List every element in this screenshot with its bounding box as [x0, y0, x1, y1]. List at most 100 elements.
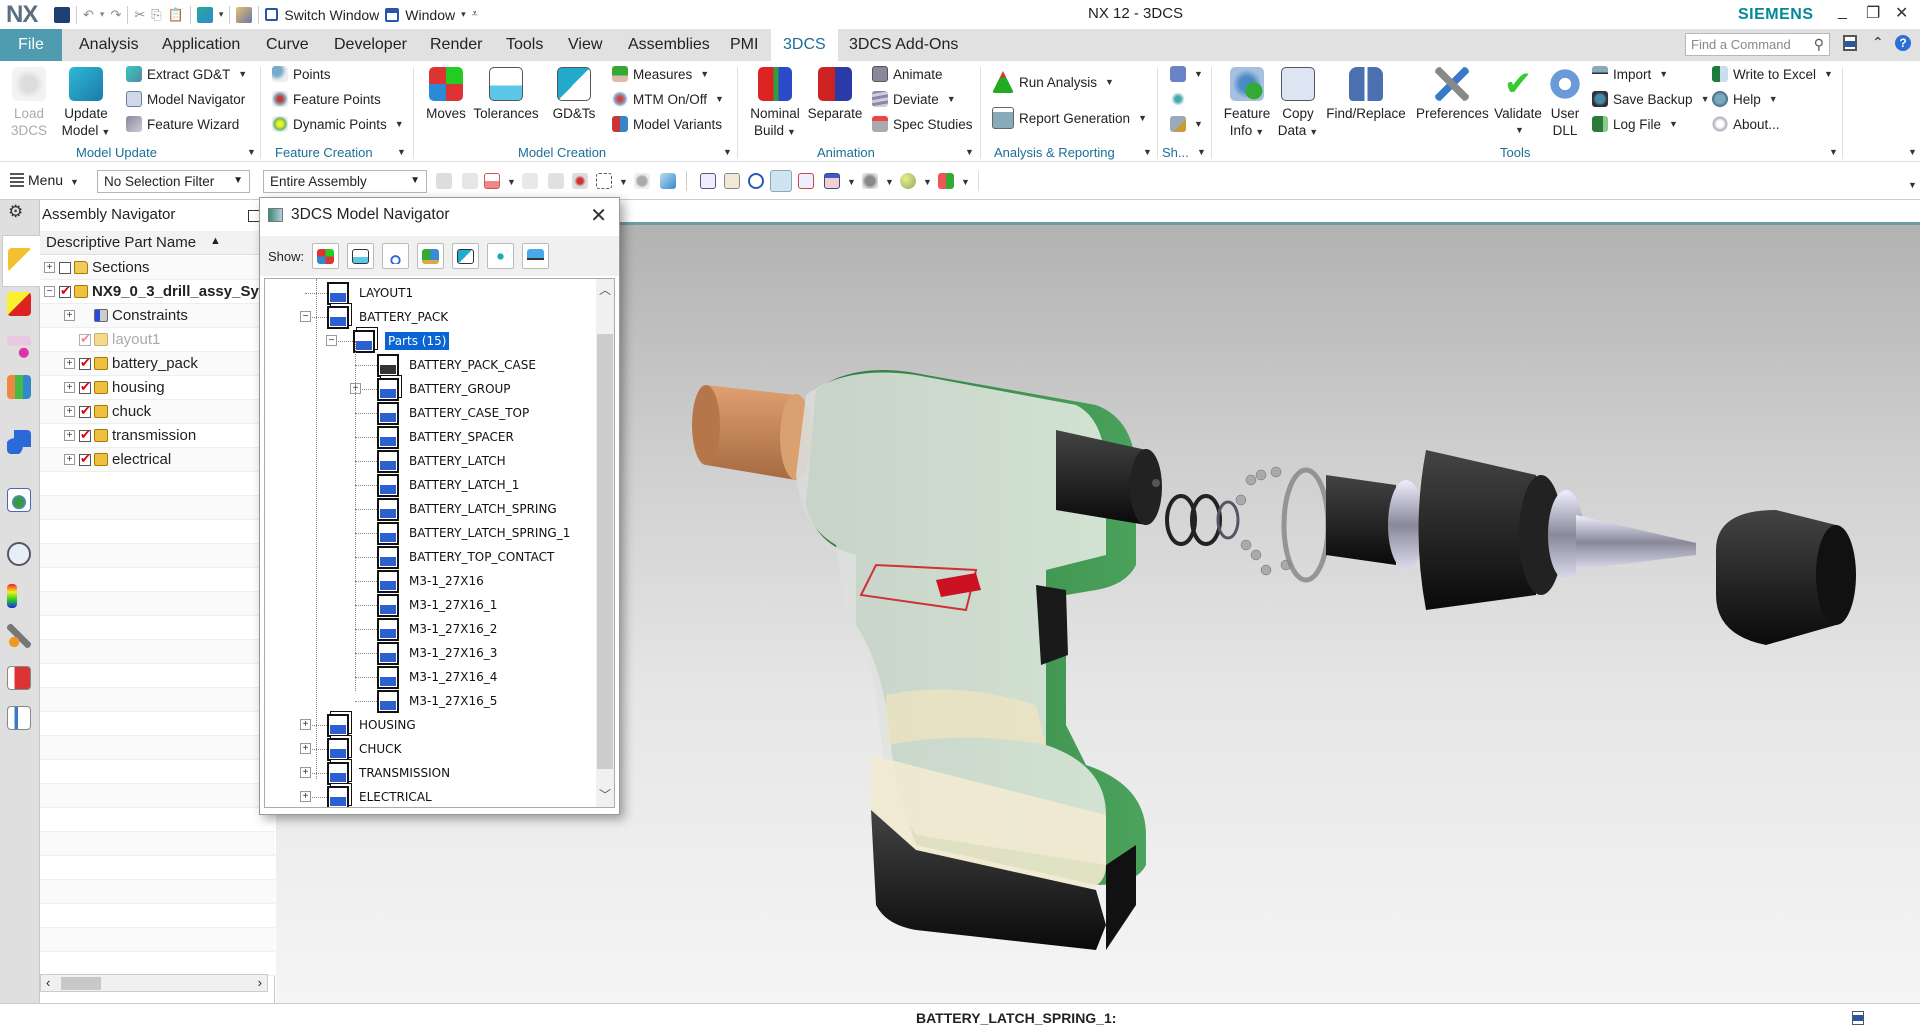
tree-row[interactable]: + Constraints [40, 304, 275, 328]
tab-pmi[interactable]: PMI [718, 29, 770, 61]
expand-icon[interactable]: + [64, 310, 75, 321]
visibility-checkbox[interactable] [79, 451, 91, 467]
window-dropdown-icon[interactable]: ▾ [461, 9, 466, 20]
paint-icon[interactable] [770, 170, 792, 192]
load-3dcs-button[interactable]: Load 3DCS [10, 67, 48, 139]
system-tools-icon[interactable] [7, 624, 31, 648]
dropdown-arrow-icon[interactable]: ▼ [395, 119, 404, 129]
expand-icon[interactable]: + [64, 382, 75, 393]
group-dropdown-icon[interactable]: ▼ [397, 147, 406, 157]
write-to-excel-button[interactable]: Write to Excel ▼ [1712, 63, 1833, 85]
column-header[interactable]: Descriptive Part Name ▲ [40, 231, 275, 255]
customize-qat-icon[interactable]: ⩡ [472, 8, 478, 21]
gdts-button[interactable]: GD&Ts [550, 67, 598, 122]
scrollbar-thumb[interactable] [61, 977, 101, 990]
selection-filter-select[interactable]: No Selection Filter ▼ [97, 170, 250, 193]
tree-row[interactable]: + electrical [40, 448, 275, 472]
dropdown-arrow-icon[interactable]: ▼ [101, 127, 110, 137]
history-clock-icon[interactable] [7, 542, 31, 566]
ribbon-options-dropdown-icon[interactable]: ▼ [1908, 147, 1917, 157]
switch-window-button[interactable]: Switch Window [284, 7, 379, 23]
expand-icon[interactable]: + [300, 767, 311, 778]
motor-part[interactable] [692, 385, 812, 480]
scroll-left-icon[interactable]: ‹ [46, 975, 50, 990]
scroll-up-icon[interactable]: ︿ [599, 281, 611, 298]
dropdown-arrow-icon[interactable]: ▼ [1659, 69, 1668, 79]
trigger-part[interactable] [1036, 585, 1068, 665]
feature-wizard-button[interactable]: Feature Wizard [126, 113, 239, 135]
dropdown-arrow-icon[interactable]: ▼ [1309, 127, 1318, 137]
find-replace-button[interactable]: Find/Replace [1325, 67, 1407, 122]
model-tree-item[interactable]: M3-1_27X16_3 [377, 641, 497, 665]
tolerances-button[interactable]: Tolerances [472, 67, 540, 122]
tab-curve[interactable]: Curve [254, 29, 321, 61]
sort-ascending-icon[interactable]: ▲ [210, 235, 221, 247]
update-icon[interactable] [196, 6, 213, 23]
deviate-button[interactable]: Deviate ▼ [872, 88, 956, 110]
show-points-button[interactable] [1170, 88, 1186, 110]
checklist-icon[interactable] [7, 706, 31, 730]
model-tree-item[interactable]: M3-1_27X16 [377, 569, 484, 593]
model-tree-item[interactable]: BATTERY_LATCH [377, 449, 506, 473]
tree-row[interactable]: + housing [40, 376, 275, 400]
assembly-navigator-tab[interactable] [2, 235, 40, 287]
roles-icon[interactable] [7, 666, 31, 690]
dropdown-arrow-icon[interactable]: ▼ [1669, 119, 1678, 129]
dropdown-arrow-icon[interactable]: ▼ [1496, 122, 1543, 139]
dropdown-arrow-icon[interactable]: ▼ [847, 177, 856, 187]
info-broadcast-icon[interactable] [7, 430, 31, 454]
dropdown-arrow-icon[interactable]: ▼ [1105, 77, 1114, 87]
rectangle-select-icon[interactable] [596, 173, 612, 189]
snap-icon[interactable] [436, 173, 452, 189]
visibility-checkbox[interactable] [79, 379, 91, 395]
fit-view-icon[interactable] [700, 173, 716, 189]
moves-button[interactable]: Moves [424, 67, 468, 122]
chuck-part[interactable] [1326, 450, 1696, 610]
model-tree-item[interactable]: CHUCK [327, 737, 401, 761]
rotate-icon[interactable] [748, 173, 764, 189]
dropdown-arrow-icon[interactable]: ▼ [507, 177, 516, 187]
dropdown-arrow-icon[interactable]: ▼ [1824, 69, 1833, 79]
show-part-button[interactable]: ▼ [1170, 113, 1203, 135]
import-button[interactable]: Import ▼ [1592, 63, 1668, 85]
tree-row[interactable]: + transmission [40, 424, 275, 448]
vertical-scrollbar[interactable]: ︿ ﹀ [596, 279, 614, 807]
cut-icon[interactable]: ✂ [134, 7, 145, 23]
model-tree-item[interactable]: BATTERY_LATCH_SPRING [377, 497, 557, 521]
dropdown-arrow-icon[interactable]: ▼ [885, 177, 894, 187]
copy-icon[interactable]: ⎘ [151, 7, 161, 23]
mtm-onoff-button[interactable]: MTM On/Off ▼ [612, 88, 724, 110]
model-navigator-button[interactable]: Model Navigator [126, 88, 245, 110]
preferences-button[interactable]: Preferences [1416, 67, 1489, 122]
expand-icon[interactable]: + [64, 358, 75, 369]
background-icon[interactable] [900, 173, 916, 189]
copy-data-button[interactable]: Copy Data ▼ [1276, 67, 1320, 141]
expand-icon[interactable]: + [44, 262, 55, 273]
tab-analysis[interactable]: Analysis [67, 29, 151, 61]
model-tree-item[interactable]: BATTERY_LATCH_1 [377, 473, 519, 497]
model-tree-item[interactable]: TRANSMISSION [327, 761, 450, 785]
group-dropdown-icon[interactable]: ▼ [1197, 147, 1206, 157]
tab-file[interactable]: File [0, 29, 62, 61]
dropdown-arrow-icon[interactable]: ▼ [1194, 69, 1203, 79]
menu-dropdown-icon[interactable]: ▼ [70, 177, 79, 187]
expand-icon[interactable]: + [300, 743, 311, 754]
feature-info-button[interactable]: Feature Info ▼ [1222, 67, 1272, 141]
dropdown-arrow-icon[interactable]: ▼ [787, 127, 796, 137]
user-dll-button[interactable]: User DLL [1547, 67, 1583, 139]
toolbar-overflow-icon[interactable]: ▼ [1908, 180, 1917, 190]
validate-button[interactable]: ✔ Validate ▼ [1493, 67, 1543, 139]
reuse-library-icon[interactable] [7, 375, 31, 399]
window-menu[interactable]: Window [405, 7, 455, 23]
undo-dropdown-icon[interactable]: ▾ [100, 9, 105, 20]
close-icon[interactable]: ✕ [590, 203, 607, 228]
gear-icon[interactable]: ⚙ [8, 202, 23, 222]
gearbox-part[interactable] [1056, 430, 1162, 525]
show-gdts-button[interactable] [452, 243, 480, 269]
undo-icon[interactable]: ↶ [83, 7, 94, 23]
visibility-checkbox[interactable] [79, 427, 91, 443]
render-style-icon[interactable] [862, 173, 878, 189]
visibility-checkbox[interactable] [79, 355, 91, 371]
feature-points-button[interactable]: Feature Points [272, 88, 381, 110]
tree-row[interactable]: + battery_pack [40, 352, 275, 376]
